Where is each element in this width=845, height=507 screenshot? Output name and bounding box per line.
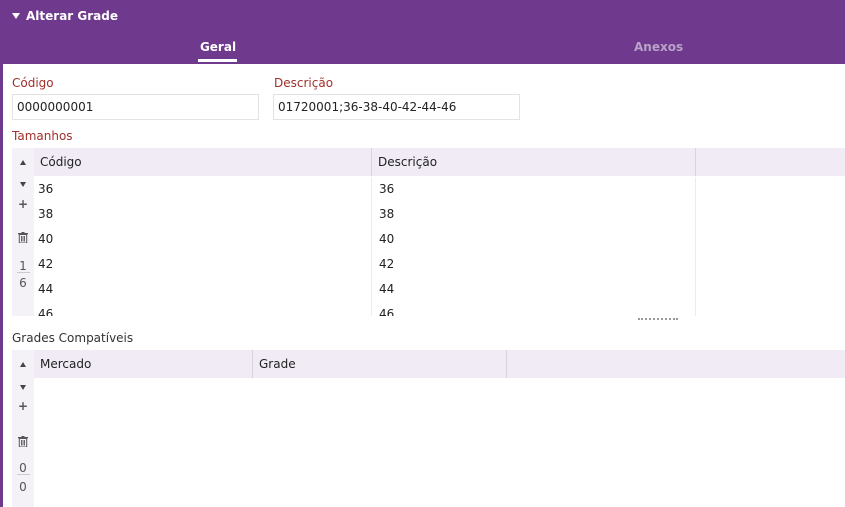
tab-geral[interactable]: Geral [198,40,238,54]
table-row[interactable]: 44 44 [32,277,696,302]
delete-row-button[interactable] [12,232,34,246]
plus-icon: + [17,399,29,413]
add-row-button[interactable]: + [12,197,34,211]
arrow-up-icon [20,160,26,165]
cell-codigo: 40 [38,232,54,246]
cell-descricao: 40 [379,232,395,246]
panel-title: Alterar Grade [26,9,118,23]
arrow-down-icon [20,182,26,187]
arrow-up-icon [20,362,26,367]
collapse-toggle[interactable]: Alterar Grade [12,9,118,23]
column-divider [506,350,507,378]
caret-down-icon [12,13,20,19]
move-up-button[interactable] [12,154,34,168]
pager-divider [17,474,30,475]
table-row[interactable]: 40 40 [32,227,696,252]
cell-codigo: 46 [38,307,54,316]
arrow-down-icon [20,385,26,390]
move-down-button[interactable] [12,379,34,393]
cell-descricao: 38 [379,207,395,221]
move-up-button[interactable] [12,356,34,370]
tamanhos-toolbar: + 1 6 [12,148,34,316]
trash-icon [18,436,28,448]
pager-current: 0 [19,461,27,475]
grades-grid-header: Mercado Grade [34,350,845,378]
table-row[interactable]: 46 46 [32,302,696,316]
table-row[interactable]: 38 38 [32,202,696,227]
move-down-button[interactable] [12,176,34,190]
codigo-label: Código [12,76,54,90]
tamanhos-grid-header: Código Descrição [34,148,845,176]
panel-header: Alterar Grade Geral Anexos [0,0,845,64]
table-row[interactable]: 42 42 [32,252,696,277]
plus-icon: + [17,197,29,211]
pager-total: 6 [19,276,27,290]
column-header-codigo[interactable]: Código [34,148,82,176]
cell-codigo: 42 [38,257,54,271]
tamanhos-label: Tamanhos [12,129,73,143]
grades-toolbar: + 0 0 [12,350,34,507]
codigo-field[interactable]: 0000000001 [12,94,259,120]
pager-current: 1 [19,259,27,273]
cell-descricao: 42 [379,257,395,271]
column-header-descricao[interactable]: Descrição [372,148,437,176]
tamanhos-grid-body: 36 36 38 38 40 40 42 42 44 44 46 46 [32,177,696,316]
pager-divider [17,272,30,273]
column-header-mercado[interactable]: Mercado [34,350,91,378]
cell-codigo: 36 [38,182,54,196]
cell-descricao: 44 [379,282,395,296]
grades-compativeis-label: Grades Compatíveis [12,331,134,345]
descricao-label: Descrição [274,76,334,90]
cell-descricao: 36 [379,182,395,196]
add-row-button[interactable]: + [12,399,34,413]
column-divider [695,148,696,176]
active-tab-indicator [198,59,237,62]
grades-grid-body [34,378,845,507]
delete-row-button[interactable] [12,436,34,450]
trash-icon [18,232,28,244]
tab-anexos[interactable]: Anexos [634,40,683,54]
resize-handle[interactable] [638,318,678,320]
descricao-field[interactable]: 01720001;36-38-40-42-44-46 [273,94,520,120]
table-row[interactable]: 36 36 [32,177,696,202]
cell-codigo: 44 [38,282,54,296]
pager-total: 0 [19,480,27,494]
cell-codigo: 38 [38,207,54,221]
cell-descricao: 46 [379,307,395,316]
window-left-border [0,0,3,507]
column-header-grade[interactable]: Grade [253,350,296,378]
